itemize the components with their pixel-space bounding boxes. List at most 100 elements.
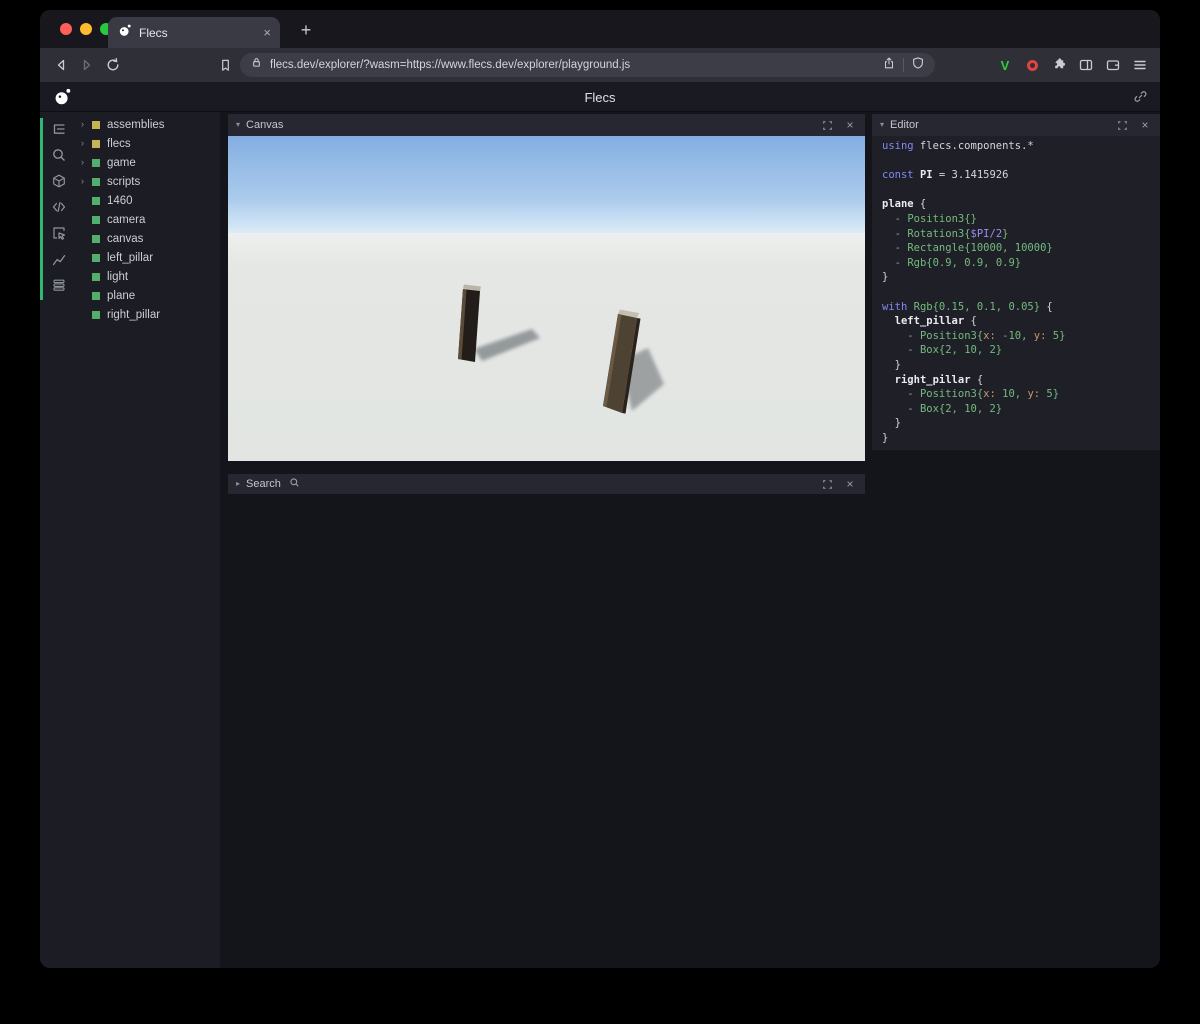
code-line[interactable]: plane { [882,197,1160,212]
back-button[interactable] [48,52,74,78]
code-line[interactable]: } [882,270,1160,285]
tree-item-right_pillar[interactable]: right_pillar [76,305,220,324]
entity-tree: › assemblies › flecs › game › scripts 1460 camera… [76,115,220,324]
new-tab-button[interactable]: + [292,16,320,44]
close-panel-icon[interactable]: × [1138,118,1152,132]
code-line[interactable] [882,285,1160,300]
browser-toolbar: flecs.dev/explorer/?wasm=https://www.fle… [40,48,1160,82]
expand-chevron-icon[interactable]: › [81,120,92,129]
expand-chevron-icon[interactable]: › [81,139,92,148]
expand-panel-icon[interactable] [820,477,834,491]
close-window-button[interactable] [60,23,72,35]
code-line[interactable]: - Box{2, 10, 2} [882,402,1160,417]
search-icon[interactable] [43,142,75,168]
code-line[interactable]: } [882,416,1160,431]
reload-button[interactable] [100,52,126,78]
sidebar-panel-icon[interactable] [1074,52,1098,78]
link-icon[interactable] [1133,89,1148,109]
collapse-chevron-icon[interactable]: ▾ [236,121,240,129]
v-extension-icon[interactable]: V [993,52,1017,78]
editor-panel: ▾ Editor × using flecs.components.* cons… [872,114,1160,450]
forward-button[interactable] [74,52,100,78]
tree-item-1460[interactable]: 1460 [76,191,220,210]
tree-item-scripts[interactable]: › scripts [76,172,220,191]
code-line[interactable]: - Rectangle{10000, 10000} [882,241,1160,256]
browser-tab[interactable]: Flecs × [108,17,280,48]
left-sidebar: › assemblies › flecs › game › scripts 1460 camera… [40,112,220,968]
search-panel-header[interactable]: ▸ Search × [228,474,865,494]
entity-color-swatch [92,234,100,243]
tree-item-game[interactable]: › game [76,153,220,172]
expand-panel-icon[interactable] [820,118,834,132]
left-icon-rail [43,116,75,298]
canvas-panel-title: Canvas [246,119,284,131]
code-line[interactable]: using flecs.components.* [882,139,1160,154]
entity-tree-icon[interactable] [43,116,75,142]
url-text: flecs.dev/explorer/?wasm=https://www.fle… [270,59,631,71]
close-panel-icon[interactable]: × [843,477,857,491]
browser-window: Flecs × + flecs.dev/explorer/?wasm=https… [40,10,1160,968]
bookmarks-icon[interactable] [212,52,238,78]
tab-close-button[interactable]: × [263,25,271,40]
entity-label: game [107,156,136,169]
shield-icon[interactable] [911,56,925,75]
statistics-icon[interactable] [43,246,75,272]
entity-color-swatch [92,291,100,300]
code-line[interactable]: - Rgb{0.9, 0.9, 0.9} [882,256,1160,271]
search-panel: ▸ Search × [228,474,865,494]
code-line[interactable]: right_pillar { [882,373,1160,388]
code-line[interactable]: const PI = 3.1415926 [882,168,1160,183]
tree-item-plane[interactable]: plane [76,286,220,305]
entity-color-swatch [92,310,100,319]
editor-panel-header[interactable]: ▾ Editor × [872,114,1160,136]
code-line[interactable]: - Position3{x: 10, y: 5} [882,387,1160,402]
tree-item-assemblies[interactable]: › assemblies [76,115,220,134]
code-line[interactable]: - Position3{x: -10, y: 5} [882,329,1160,344]
expand-panel-icon[interactable] [1115,118,1129,132]
record-extension-icon[interactable] [1020,52,1044,78]
expand-chevron-icon[interactable]: › [81,177,92,186]
share-icon[interactable] [882,56,896,75]
code-line[interactable] [882,154,1160,169]
code-line[interactable]: } [882,431,1160,446]
lock-icon [250,56,263,74]
collapse-chevron-icon[interactable]: ▾ [880,121,884,129]
canvas-panel-header[interactable]: ▾ Canvas × [228,114,865,136]
tree-item-camera[interactable]: camera [76,210,220,229]
address-bar[interactable]: flecs.dev/explorer/?wasm=https://www.fle… [240,53,935,77]
inspect-icon[interactable] [43,220,75,246]
entity-color-swatch [92,196,100,205]
entity-color-swatch [92,253,100,262]
code-icon[interactable] [43,194,75,220]
minimize-window-button[interactable] [80,23,92,35]
tab-title: Flecs [139,25,168,40]
code-line[interactable] [882,183,1160,198]
tree-item-light[interactable]: light [76,267,220,286]
expand-chevron-icon[interactable]: › [81,158,92,167]
tree-item-flecs[interactable]: › flecs [76,134,220,153]
logs-icon[interactable] [43,272,75,298]
entity-label: light [107,270,129,283]
app-content: › assemblies › flecs › game › scripts 1460 camera… [40,112,1160,968]
tree-item-canvas[interactable]: canvas [76,229,220,248]
extensions-puzzle-icon[interactable] [1047,52,1071,78]
3d-viewport[interactable] [228,136,865,461]
code-line[interactable]: - Rotation3{$PI/2} [882,227,1160,242]
tree-item-left_pillar[interactable]: left_pillar [76,248,220,267]
code-line[interactable]: - Position3{} [882,212,1160,227]
code-editor[interactable]: using flecs.components.* const PI = 3.14… [872,136,1160,450]
code-line[interactable]: with Rgb{0.15, 0.1, 0.05} { [882,300,1160,315]
entity-color-swatch [92,139,100,148]
close-panel-icon[interactable]: × [843,118,857,132]
tab-favicon-icon [117,23,132,43]
code-line[interactable]: } [882,358,1160,373]
wallet-icon[interactable] [1101,52,1125,78]
code-line[interactable]: - Box{2, 10, 2} [882,343,1160,358]
code-line[interactable]: left_pillar { [882,314,1160,329]
components-icon[interactable] [43,168,75,194]
collapse-chevron-icon[interactable]: ▸ [236,480,240,488]
entity-label: 1460 [107,194,133,207]
menu-icon[interactable] [1128,52,1152,78]
entity-label: scripts [107,175,141,188]
entity-label: canvas [107,232,144,245]
